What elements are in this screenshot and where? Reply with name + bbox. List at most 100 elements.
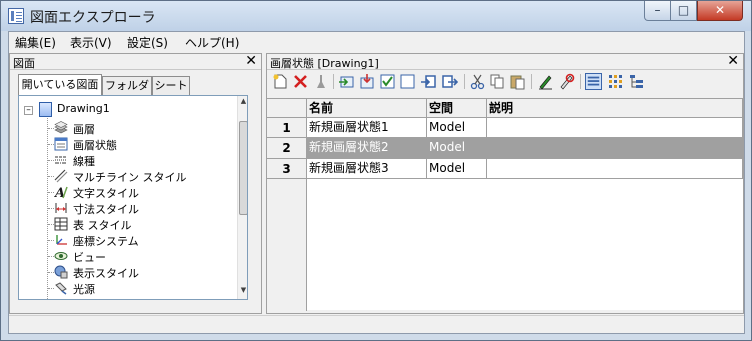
- table-corner-header: [267, 99, 307, 118]
- maximize-button[interactable]: □: [670, 1, 697, 21]
- tree-item-multiline-styles[interactable]: マルチライン スタイル: [48, 168, 219, 184]
- table-cell-description[interactable]: [487, 159, 743, 179]
- tree-item-dimension-styles[interactable]: 寸法スタイル: [48, 200, 219, 216]
- export-icon[interactable]: [359, 73, 376, 90]
- tree-item-label: 光源: [73, 283, 95, 296]
- table-style-icon: [54, 217, 68, 231]
- tree-view-icon[interactable]: [628, 73, 645, 90]
- view-icon: [54, 252, 68, 260]
- tab-sheets[interactable]: シート: [152, 76, 190, 95]
- drawing-file-icon: [39, 102, 52, 117]
- tree-item-label: 文字スタイル: [73, 187, 139, 200]
- table-cell-name[interactable]: 新規画層状態3: [307, 159, 427, 179]
- icon-view-icon[interactable]: [607, 73, 624, 90]
- tree-item-layers[interactable]: 画層: [48, 120, 219, 136]
- tree-item-views[interactable]: ビュー: [48, 248, 219, 264]
- menu-edit[interactable]: 編集(E): [15, 34, 56, 51]
- column-header-name[interactable]: 名前: [307, 99, 427, 118]
- tree-item-label: 表示スタイル: [73, 267, 139, 280]
- tab-folders[interactable]: フォルダ: [102, 76, 152, 95]
- apply-icon[interactable]: [441, 73, 458, 90]
- tree-item-lights[interactable]: 光源: [48, 280, 219, 296]
- menu-help[interactable]: ヘルプ(H): [185, 34, 239, 51]
- menu-settings[interactable]: 設定(S): [127, 34, 168, 51]
- edit-icon[interactable]: [537, 73, 554, 90]
- tree-item-visual-styles[interactable]: 表示スタイル: [48, 264, 219, 280]
- tree-item-label: ビュー: [73, 251, 106, 264]
- drawing-tree[interactable]: – Drawing1 画層 画層状態 線種 マルチライン スタイル A 文字スタ…: [18, 95, 248, 300]
- column-header-description[interactable]: 説明: [487, 99, 743, 118]
- tree-item-label: 座標システム: [73, 235, 139, 248]
- tree-item-coordinate-systems[interactable]: 座標システム: [48, 232, 219, 248]
- drawings-pane-header: 図面 ✕: [10, 53, 261, 70]
- list-view-icon[interactable]: [585, 73, 602, 90]
- tab-open-drawings[interactable]: 開いている図面: [18, 74, 102, 95]
- drawings-pane-title: 図面: [13, 57, 35, 70]
- minimize-button[interactable]: –: [644, 1, 671, 21]
- table-cell-name[interactable]: 新規画層状態1: [307, 118, 427, 138]
- row-header-filler: [267, 179, 307, 311]
- tree-item-label: 寸法スタイル: [73, 203, 139, 216]
- table-cell-space[interactable]: Model: [427, 159, 487, 179]
- drawings-pane-close-icon[interactable]: ✕: [245, 53, 257, 69]
- purge-icon[interactable]: [312, 73, 329, 90]
- tree-item-label: マルチライン スタイル: [73, 171, 187, 184]
- new-icon[interactable]: [272, 73, 289, 90]
- copy-icon[interactable]: [489, 73, 506, 90]
- tree-item-label: 画層: [73, 123, 95, 136]
- row-number[interactable]: 1: [267, 118, 307, 138]
- status-bar: [9, 315, 744, 333]
- uncheck-icon[interactable]: [399, 73, 416, 90]
- check-icon[interactable]: [379, 73, 396, 90]
- menu-view[interactable]: 表示(V): [70, 34, 112, 51]
- dimension-style-icon: [55, 203, 67, 213]
- layer-states-pane-title: 画層状態 [Drawing1]: [270, 57, 379, 70]
- app-icon: [8, 8, 24, 24]
- import-icon[interactable]: [338, 73, 355, 90]
- scroll-up-icon[interactable]: ▲: [239, 97, 247, 108]
- layers-icon: [54, 121, 68, 134]
- app-window: 図面エクスプローラ – □ ✕ 編集(E) 表示(V) 設定(S) ヘルプ(H)…: [0, 0, 752, 341]
- client-area: 編集(E) 表示(V) 設定(S) ヘルプ(H) 図面 ✕ 開いている図面 フォ…: [8, 31, 745, 334]
- multiline-style-icon: [54, 169, 68, 183]
- tree-item-label: 表 スタイル: [73, 219, 132, 232]
- tree-collapse-icon[interactable]: –: [24, 106, 33, 115]
- light-icon: [55, 282, 67, 295]
- tree-scrollbar[interactable]: ▲ ▼: [237, 96, 247, 299]
- text-style-icon: A: [54, 186, 68, 199]
- rename-icon[interactable]: [558, 73, 575, 90]
- layer-states-pane-close-icon[interactable]: ✕: [727, 53, 739, 69]
- table-cell-space[interactable]: Model: [427, 118, 487, 138]
- layer-states-pane-header: 画層状態 [Drawing1] ✕: [267, 53, 743, 70]
- window-title: 図面エクスプローラ: [30, 10, 156, 26]
- row-number[interactable]: 2: [267, 138, 307, 159]
- scrollbar-thumb[interactable]: [239, 121, 247, 215]
- paste-icon[interactable]: [509, 73, 526, 90]
- visual-style-icon: [54, 265, 68, 279]
- table-cell-description-selected[interactable]: [487, 138, 743, 159]
- tree-item-label: 画層状態: [73, 139, 117, 152]
- row-number[interactable]: 3: [267, 159, 307, 179]
- layer-states-toolbar: [271, 72, 739, 92]
- layer-states-icon: [54, 137, 68, 151]
- title-bar[interactable]: 図面エクスプローラ – □ ✕: [1, 1, 751, 31]
- layer-states-pane: 画層状態 [Drawing1] ✕ 名前 空間 説明 1 新規画層状態1 Mod…: [266, 53, 744, 314]
- table-cell-space-selected[interactable]: Model: [427, 138, 487, 159]
- layer-states-table: 名前 空間 説明 1 新規画層状態1 Model 2 新規画層状態2 Model…: [267, 98, 743, 311]
- cut-icon[interactable]: [469, 73, 486, 90]
- close-button[interactable]: ✕: [697, 1, 743, 21]
- ucs-icon: [56, 235, 67, 245]
- delete-icon[interactable]: [292, 73, 309, 90]
- tree-item-linetypes[interactable]: 線種: [48, 152, 219, 168]
- tree-root-drawing1[interactable]: Drawing1: [57, 102, 110, 115]
- tree-item-table-styles[interactable]: 表 スタイル: [48, 216, 219, 232]
- table-cell-name-selected[interactable]: 新規画層状態2: [307, 138, 427, 159]
- tree-item-text-styles[interactable]: A 文字スタイル: [48, 184, 219, 200]
- drawings-pane: 図面 ✕ 開いている図面 フォルダ シート – Drawing1 画層 画層状態…: [9, 53, 262, 314]
- table-cell-description[interactable]: [487, 118, 743, 138]
- restore-icon[interactable]: [420, 73, 437, 90]
- column-header-space[interactable]: 空間: [427, 99, 487, 118]
- tree-item-layer-states[interactable]: 画層状態: [48, 136, 219, 152]
- scroll-down-icon[interactable]: ▼: [239, 286, 247, 297]
- menu-bar: 編集(E) 表示(V) 設定(S) ヘルプ(H): [9, 32, 744, 52]
